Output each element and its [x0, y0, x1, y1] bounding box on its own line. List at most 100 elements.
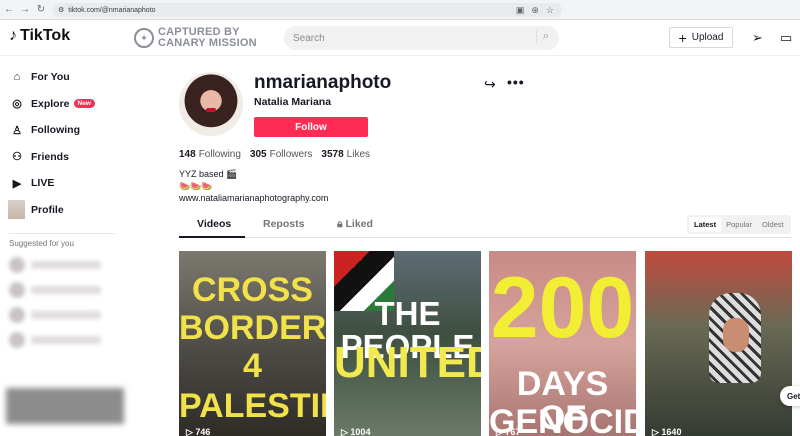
- suggested-title: Suggested for you: [9, 239, 74, 248]
- profile-tabs: Videos Reposts 🔒︎ Liked Latest Popular O…: [179, 211, 791, 238]
- sidebar-item-label: Following: [31, 124, 80, 137]
- new-badge: New: [73, 99, 95, 109]
- video-card[interactable]: ▷ 1640: [645, 251, 792, 436]
- logo-text: TikTok: [20, 27, 71, 44]
- search-input[interactable]: Search ⌕: [284, 26, 559, 50]
- profile-avatar[interactable]: [179, 72, 243, 136]
- upload-button[interactable]: + Upload: [669, 27, 733, 48]
- sidebar-divider: [9, 233, 115, 234]
- more-options-icon[interactable]: •••: [507, 74, 525, 90]
- tab-liked[interactable]: 🔒︎ Liked: [337, 218, 373, 231]
- forward-icon[interactable]: →: [18, 4, 32, 15]
- sort-segmented-control: Latest Popular Oldest: [687, 215, 791, 234]
- compass-icon: ◎: [12, 98, 22, 111]
- video-title-line: 4: [243, 347, 262, 385]
- sidebar-item-explore[interactable]: ◎ Explore New: [0, 91, 124, 118]
- browser-toolbar: ← → ↻ ⚙ tiktok.com/@nmarianaphoto ▣ ⊕ ☆: [0, 0, 800, 20]
- bio-line: YYZ based 🎬: [179, 169, 238, 179]
- video-title-line: PALESTINE: [179, 387, 326, 425]
- sort-popular[interactable]: Popular: [721, 217, 757, 232]
- tab-videos[interactable]: Videos: [197, 218, 231, 230]
- reload-icon[interactable]: ↻: [34, 4, 48, 15]
- active-tab-indicator: [179, 236, 245, 238]
- sidebar-item-live[interactable]: ▶ LIVE: [0, 170, 124, 197]
- sidebar-item-label: Profile: [31, 203, 64, 216]
- sidebar-item-friends[interactable]: ⚇ Friends: [0, 144, 124, 171]
- send-message-icon[interactable]: ➢: [752, 30, 763, 46]
- friends-icon: ⚇: [12, 151, 22, 164]
- video-title-line: UNITED: [334, 338, 481, 387]
- avatar: [9, 332, 25, 348]
- site-info-icon[interactable]: ⚙: [58, 6, 64, 14]
- canary-mission-watermark: ✦ CAPTURED BY CANARY MISSION: [134, 27, 257, 49]
- search-icon[interactable]: ⌕: [535, 30, 549, 43]
- suggested-account[interactable]: [9, 282, 124, 298]
- suggested-account[interactable]: [9, 257, 124, 273]
- blurred-region: [6, 388, 124, 424]
- play-icon: ▷: [496, 427, 506, 436]
- sidebar-item-label: LIVE: [31, 177, 55, 190]
- tiktok-note-icon: ♪: [9, 27, 17, 44]
- tab-liked-label: Liked: [345, 218, 373, 230]
- sidebar-item-following[interactable]: ♙ Following: [0, 117, 124, 144]
- likes-count: 3578: [321, 149, 344, 160]
- lock-icon: 🔒︎: [337, 218, 346, 230]
- back-icon[interactable]: ←: [2, 4, 16, 15]
- following-count: 148: [179, 149, 196, 160]
- video-card[interactable]: THE PEOPLE UNITED ▷ 1004: [334, 251, 481, 436]
- view-count: ▷ 746: [186, 427, 210, 436]
- profile-bio: YYZ based 🎬 🍉🍉🍉 www.nataliamarianaphotog…: [179, 168, 328, 204]
- search-placeholder: Search: [293, 32, 325, 44]
- video-title-line: CROSS: [192, 271, 313, 309]
- blurred-name: [31, 261, 101, 269]
- video-card[interactable]: CROSS BORDER 4 PALESTINE ▷ 746: [179, 251, 326, 436]
- blurred-name: [31, 311, 101, 319]
- following-stat[interactable]: 148 Following: [179, 149, 241, 160]
- play-icon: ▷: [652, 427, 662, 436]
- address-bar[interactable]: ⚙ tiktok.com/@nmarianaphoto ▣ ⊕ ☆: [52, 3, 562, 17]
- likes-label: Likes: [346, 149, 371, 160]
- person-in-keffiyeh-image: [709, 293, 761, 383]
- bookmark-star-icon[interactable]: ☆: [546, 5, 554, 16]
- profile-display-name: Natalia Mariana: [254, 96, 332, 108]
- video-card[interactable]: 200 DAYS OF GENOCIDE ▷ 767: [489, 251, 636, 436]
- video-title-line: BORDER: [179, 309, 326, 347]
- cast-icon[interactable]: ▣: [516, 5, 525, 16]
- followers-stat[interactable]: 305 Followers: [250, 149, 312, 160]
- sort-oldest[interactable]: Oldest: [757, 217, 789, 232]
- canary-bird-icon: ✦: [134, 28, 154, 48]
- sidebar-item-label: Explore: [31, 97, 70, 110]
- follow-button[interactable]: Follow: [254, 117, 368, 137]
- play-icon: ▷: [186, 427, 196, 436]
- play-icon: ▷: [341, 427, 351, 436]
- bio-line: 🍉🍉🍉: [179, 181, 213, 191]
- url-text: tiktok.com/@nmarianaphoto: [68, 6, 156, 14]
- zoom-icon[interactable]: ⊕: [531, 5, 539, 16]
- suggested-account[interactable]: [9, 332, 124, 348]
- view-count: ▷ 1004: [341, 427, 370, 436]
- video-title-line: 200: [490, 260, 635, 356]
- suggested-account[interactable]: [9, 307, 124, 323]
- top-navbar: ♪ TikTok ✦ CAPTURED BY CANARY MISSION Se…: [0, 20, 800, 56]
- view-count: ▷ 1640: [652, 427, 681, 436]
- person-plus-icon: ♙: [12, 124, 22, 137]
- avatar: [9, 282, 25, 298]
- tiktok-logo[interactable]: ♪ TikTok: [9, 27, 70, 45]
- view-count-value: 746: [195, 427, 211, 436]
- sidebar-item-for-you[interactable]: ⌂ For You: [0, 64, 124, 91]
- bio-website-link[interactable]: www.nataliamarianaphotography.com: [179, 192, 328, 204]
- blurred-name: [31, 336, 101, 344]
- tab-reposts[interactable]: Reposts: [263, 218, 304, 230]
- sort-latest[interactable]: Latest: [689, 217, 722, 232]
- share-icon[interactable]: ↪: [484, 76, 496, 93]
- likes-stat: 3578 Likes: [321, 149, 370, 160]
- live-icon: ▶: [12, 177, 22, 190]
- view-count-value: 1004: [350, 427, 371, 436]
- plus-icon: +: [678, 29, 687, 46]
- avatar-icon: [8, 200, 25, 220]
- view-count-value: 767: [505, 427, 521, 436]
- inbox-icon[interactable]: ▭: [780, 30, 792, 46]
- get-app-button[interactable]: Get: [780, 386, 800, 406]
- sidebar-item-profile[interactable]: Profile: [0, 197, 124, 224]
- home-icon: ⌂: [13, 71, 21, 84]
